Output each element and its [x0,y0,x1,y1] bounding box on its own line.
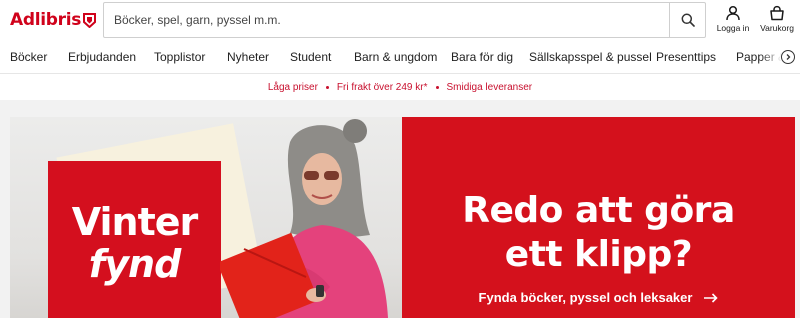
nav-item-student[interactable]: Student [290,50,331,64]
shopping-bag-icon [770,5,784,21]
usp-separator [435,85,439,89]
arrow-right-icon [704,292,719,303]
nav-item-books[interactable]: Böcker [10,50,47,64]
hero-cta-label: Fynda böcker, pyssel och leksaker [478,290,693,305]
nav-item-for-you[interactable]: Bara för dig [451,50,513,64]
chevron-right-icon [786,54,791,60]
login-label: Logga in [716,23,750,33]
nav-item-news[interactable]: Nyheter [227,50,269,64]
site-header: Adlibris Logga in Varukorg [0,0,800,40]
search-bar [103,2,706,38]
hero-text-panel: Redo att göra ett klipp? Fynda böcker, p… [402,117,795,318]
hero-photo: Vinter fynd [10,117,402,318]
usp-smooth-delivery: Smidiga leveranser [446,81,533,93]
search-icon [681,13,695,27]
search-button[interactable] [669,3,705,37]
cart-label: Varukorg [760,23,794,33]
user-icon [726,5,740,21]
nav-item-offers[interactable]: Erbjudanden [68,50,136,64]
shield-icon [83,12,97,28]
nav-next-button[interactable] [781,50,795,64]
hero-title: Redo att göra ett klipp? [462,190,735,275]
usp-low-prices: Låga priser [267,81,318,93]
usp-separator [325,85,329,89]
logo-text: Adlibris [10,10,82,30]
category-nav: Böcker Erbjudanden Topplistor Nyheter St… [0,40,800,74]
usp-free-shipping: Fri frakt över 249 kr* [336,81,428,93]
sticker-line-2: fynd [88,242,182,286]
hero-banner[interactable]: Vinter fynd Redo att göra ett klipp? Fyn… [10,117,795,318]
usp-bar: Låga priser Fri frakt över 249 kr* Smidi… [0,74,800,100]
sticker-line-1: Vinter [71,200,198,244]
login-button[interactable]: Logga in [713,5,753,37]
adlibris-logo[interactable]: Adlibris [10,9,97,31]
woman-with-gift-illustration [220,119,388,318]
cart-button[interactable]: Varukorg [757,5,797,37]
nav-item-kids[interactable]: Barn & ungdom [354,50,437,64]
nav-item-games-puzzles[interactable]: Sällskapsspel & pussel [529,50,652,64]
nav-item-gift-tips[interactable]: Presenttips [656,50,716,64]
nav-item-toplists[interactable]: Topplistor [154,50,205,64]
hero-cta-link[interactable]: Fynda böcker, pyssel och leksaker [402,290,795,305]
search-input[interactable] [104,3,669,37]
winter-sale-sticker: Vinter fynd [48,161,221,318]
